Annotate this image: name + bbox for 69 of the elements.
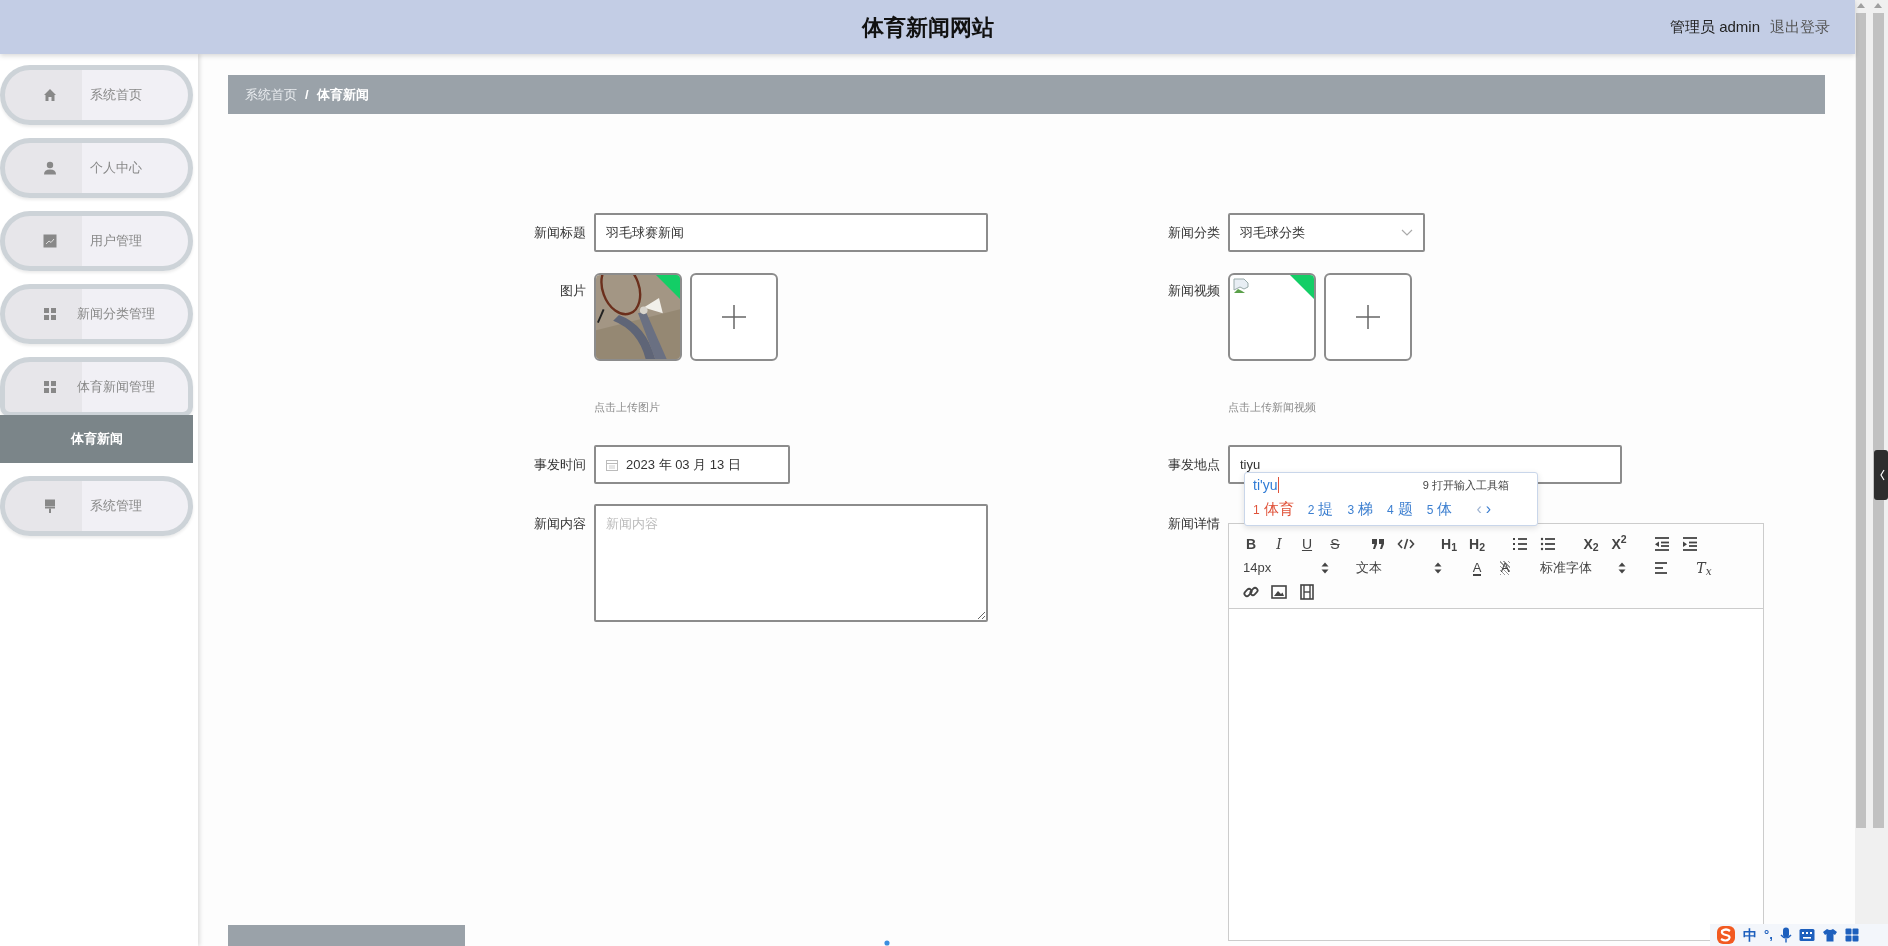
- plus-icon: [721, 304, 747, 330]
- keyboard-icon: [1798, 928, 1815, 942]
- ime-candidate[interactable]: 3 梯: [1347, 497, 1374, 521]
- field-label: 新闻标题: [533, 224, 586, 242]
- film-icon: [1298, 583, 1316, 601]
- side-tab[interactable]: [1874, 450, 1888, 500]
- textarea-field[interactable]: 新闻内容: [594, 504, 988, 622]
- toolbar-dropdown[interactable]: 14px: [1237, 556, 1335, 580]
- ime-composition: ti'yu: [1253, 477, 1280, 493]
- ime-mode-toggle[interactable]: 中: [1743, 924, 1757, 946]
- toolbar-dropdown[interactable]: 标准字体: [1534, 556, 1632, 580]
- ime-punctuation-toggle[interactable]: °,: [1764, 925, 1773, 945]
- upload-button[interactable]: [690, 273, 778, 361]
- toolbar-button[interactable]: B: [1237, 532, 1265, 556]
- editor-input[interactable]: [1228, 609, 1764, 941]
- grid-icon: [1844, 928, 1859, 942]
- toolbar-button[interactable]: I: [1265, 532, 1293, 556]
- sort-arrows-icon: [1618, 562, 1626, 574]
- toolbar-button[interactable]: H$_{2}$: [1463, 532, 1491, 556]
- field-label: 新闻分类: [1167, 224, 1220, 242]
- shirt-icon: [1821, 928, 1838, 942]
- upload-button[interactable]: [1324, 273, 1412, 361]
- submenu-item[interactable]: 体育新闻: [0, 415, 193, 463]
- toolbar-button[interactable]: X$^{2}$: [1605, 532, 1633, 556]
- logout-link[interactable]: 退出登录: [1770, 15, 1830, 39]
- calendar-icon: [606, 458, 618, 471]
- indent-icon: [1681, 535, 1699, 553]
- toolbar-button[interactable]: S: [1321, 532, 1349, 556]
- breadcrumb-separator: /: [305, 85, 309, 104]
- scrollbar[interactable]: [1856, 3, 1866, 828]
- toolbar-button[interactable]: A: [1463, 556, 1491, 580]
- image-icon: [1270, 583, 1288, 601]
- ime-page-button[interactable]: ›: [1483, 497, 1494, 521]
- sort-arrows-icon: [1434, 562, 1442, 574]
- ime-candidate[interactable]: 5 体: [1426, 497, 1453, 521]
- select-field[interactable]: 羽毛球分类: [1228, 213, 1425, 252]
- sort-arrows-icon: [1321, 562, 1329, 574]
- field-label: 新闻视频: [1167, 282, 1220, 300]
- toolbar-button[interactable]: T$_{x}$: [1690, 556, 1718, 580]
- numbered-list-icon: [1511, 535, 1529, 553]
- scrollbar[interactable]: [1873, 3, 1884, 828]
- broken-image-icon: [1233, 278, 1249, 294]
- date-field[interactable]: 2023 年 03 月 13 日: [594, 445, 790, 484]
- chevron-down-icon: [1401, 228, 1413, 237]
- ime-candidate[interactable]: 1 体育: [1253, 497, 1294, 521]
- bullet-list-icon: [1539, 535, 1557, 553]
- toolbar-dropdown[interactable]: 文本: [1350, 556, 1448, 580]
- site-title: 体育新闻网站: [861, 13, 994, 42]
- align-left-icon: [1652, 559, 1670, 577]
- upload-hint: 点击上传新闻视频: [1228, 400, 1317, 414]
- toolbar-button[interactable]: X$_{2}$: [1577, 532, 1605, 556]
- field-label: 图片: [559, 282, 586, 300]
- ime-candidate[interactable]: 4 题: [1387, 497, 1413, 521]
- plus-icon: [1355, 304, 1381, 330]
- field-label: 事发时间: [533, 456, 586, 474]
- microphone-icon: [1779, 927, 1792, 943]
- field-label: 事发地点: [1167, 456, 1220, 474]
- text-input[interactable]: 羽毛球赛新闻: [594, 213, 988, 252]
- toolbar-button[interactable]: A: [1491, 556, 1519, 580]
- upload-hint: 点击上传图片: [594, 400, 661, 414]
- field-label: 新闻内容: [533, 515, 586, 533]
- toolbar-button[interactable]: H$_{1}$: [1435, 532, 1463, 556]
- user-label: 管理员 admin: [1669, 16, 1760, 37]
- field-label: 新闻详情: [1167, 515, 1220, 533]
- outdent-icon: [1653, 535, 1671, 553]
- breadcrumb-current: 体育新闻: [316, 85, 369, 104]
- toolbar-button[interactable]: U: [1293, 532, 1321, 556]
- ime-candidate[interactable]: 2 提: [1307, 497, 1334, 521]
- uploaded-file[interactable]: [1228, 273, 1316, 361]
